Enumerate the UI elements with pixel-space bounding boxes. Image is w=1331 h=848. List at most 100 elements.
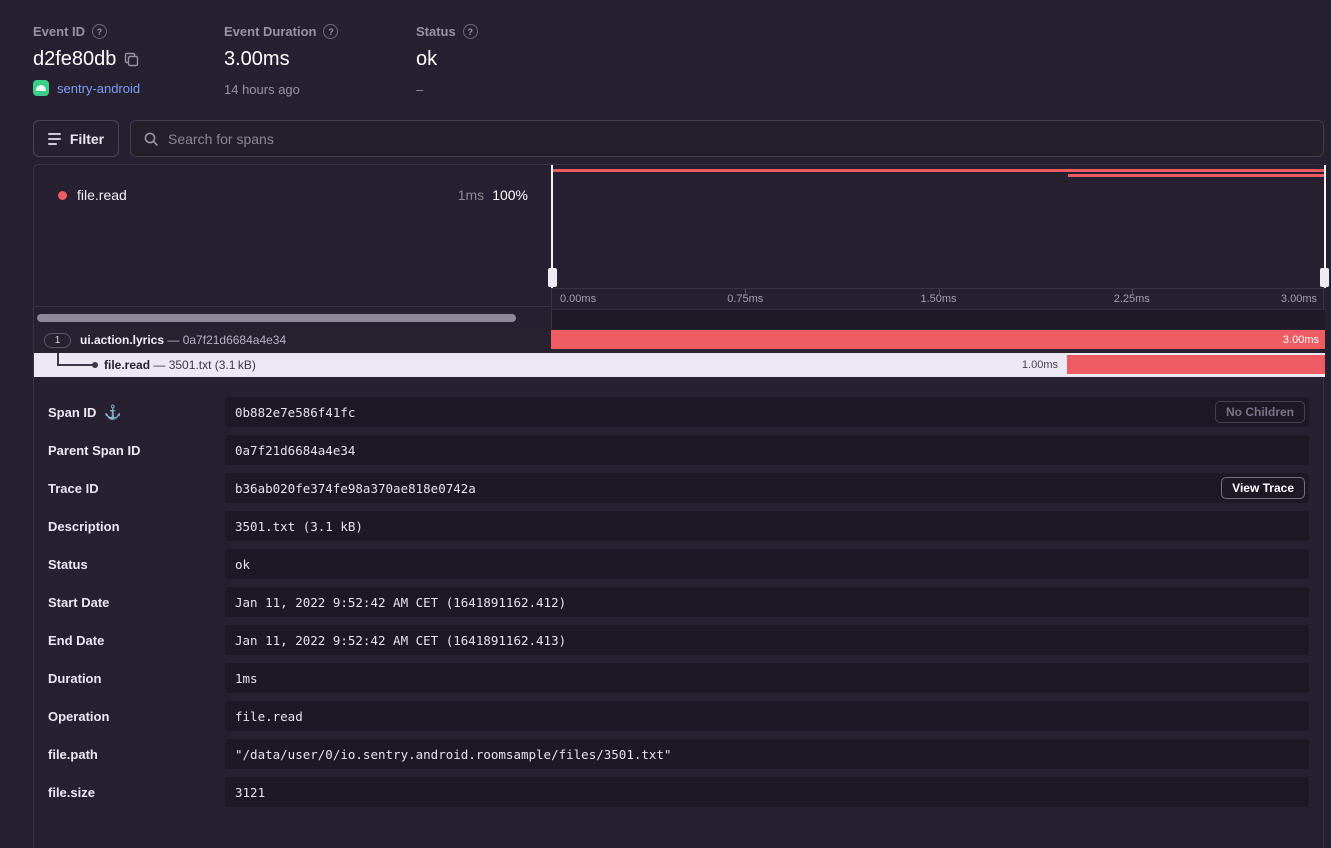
detail-value-text: "/data/user/0/io.sentry.android.roomsamp… [235,747,672,762]
filter-button-label: Filter [70,131,104,147]
span-description-suffix: — 3501.txt (3.1 kB) [153,358,255,372]
detail-label: End Date [48,633,104,648]
detail-value[interactable]: b36ab020fe374fe98a370ae818e0742a View Tr… [225,473,1309,503]
event-id-column: Event ID ? d2fe80db sentry-android [33,24,140,96]
detail-row-description: Description 3501.txt (3.1 kB) [48,511,1309,541]
span-duration-bar[interactable]: 3.00ms [551,330,1325,349]
minimap-left-grip[interactable] [548,268,557,287]
event-age: 14 hours ago [224,82,338,97]
detail-label: file.size [48,785,95,800]
search-icon [143,131,159,147]
detail-value-text: file.read [235,709,303,724]
detail-value-text: 0a7f21d6684a4e34 [235,443,355,458]
event-id-label: Event ID [33,24,85,39]
ruler-label: 1.50ms [920,293,956,305]
op-breakdown-row[interactable]: file.read 1ms 100% [34,165,551,306]
detail-value[interactable]: 3121 [225,777,1309,807]
detail-label: Operation [48,709,109,724]
span-op: file.read [104,358,150,372]
event-duration-column: Event Duration ? 3.00ms 14 hours ago [224,24,338,97]
detail-value[interactable]: 1ms [225,663,1309,693]
help-icon[interactable]: ? [463,24,478,39]
detail-row-parent-span-id: Parent Span ID 0a7f21d6684a4e34 [48,435,1309,465]
detail-value-text: Jan 11, 2022 9:52:42 AM CET (1641891162.… [235,595,566,610]
span-id-suffix: — 0a7f21d6684a4e34 [167,333,286,347]
event-duration-label: Event Duration [224,24,316,39]
span-duration-bar[interactable] [1067,355,1325,374]
span-row-parent[interactable]: 1 ui.action.lyrics — 0a7f21d6684a4e34 3.… [34,329,1325,353]
detail-value-text: Jan 11, 2022 9:52:42 AM CET (1641891162.… [235,633,566,648]
detail-row-file-path: file.path "/data/user/0/io.sentry.androi… [48,739,1309,769]
status-column: Status ? ok – [416,24,478,97]
detail-value-text: b36ab020fe374fe98a370ae818e0742a [235,481,476,496]
filter-button[interactable]: Filter [33,120,119,157]
ruler-label: 0.75ms [727,293,763,305]
no-children-button[interactable]: No Children [1215,401,1305,423]
project-link[interactable]: sentry-android [33,80,140,96]
child-count-pill[interactable]: 1 [44,333,71,348]
detail-label: Status [48,557,88,572]
status-value: ok [416,48,437,71]
trace-minimap[interactable] [552,165,1325,288]
tree-connector-dot [92,362,98,368]
status-label: Status [416,24,456,39]
detail-label: Parent Span ID [48,443,140,458]
android-platform-icon [33,80,49,96]
search-input[interactable] [168,131,1311,147]
ruler-label: 0.00ms [560,293,596,305]
span-bar-duration: 1.00ms [1022,359,1058,371]
span-row-selected[interactable]: file.read — 3501.txt (3.1 kB) 1.00ms [34,353,1325,377]
minimap-right-grip[interactable] [1320,268,1329,287]
view-trace-button[interactable]: View Trace [1221,477,1305,499]
detail-row-span-id: Span ID ⚓ 0b882e7e586f41fc No Children [48,397,1309,427]
detail-row-trace-id: Trace ID b36ab020fe374fe98a370ae818e0742… [48,473,1309,503]
detail-label: Duration [48,671,101,686]
event-id-value: d2fe80db [33,48,116,71]
detail-value[interactable]: file.read [225,701,1309,731]
detail-value-text: 0b882e7e586f41fc [235,405,355,420]
detail-value-text: 3121 [235,785,265,800]
detail-row-duration: Duration 1ms [48,663,1309,693]
filter-icon [48,133,61,145]
span-search [130,120,1324,157]
horizontal-scrollbar-track[interactable] [34,306,551,329]
detail-value[interactable]: 0a7f21d6684a4e34 [225,435,1309,465]
op-color-dot [58,191,67,200]
detail-value[interactable]: Jan 11, 2022 9:52:42 AM CET (1641891162.… [225,625,1309,655]
span-bar-duration: 3.00ms [1283,334,1319,346]
detail-row-status: Status ok [48,549,1309,579]
detail-value[interactable]: ok [225,549,1309,579]
detail-value[interactable]: Jan 11, 2022 9:52:42 AM CET (1641891162.… [225,587,1309,617]
copy-icon[interactable] [124,52,139,67]
detail-row-file-size: file.size 3121 [48,777,1309,807]
span-details-panel: Span ID ⚓ 0b882e7e586f41fc No Children P… [34,377,1325,815]
op-duration: 1ms [458,187,484,203]
detail-label: Span ID [48,405,96,420]
tree-connector [57,364,93,366]
detail-value[interactable]: 0b882e7e586f41fc No Children [225,397,1309,427]
minimap-span-bar [552,169,1325,172]
detail-value-text: 1ms [235,671,258,686]
op-percent: 100% [492,187,528,203]
event-duration-value: 3.00ms [224,48,290,71]
help-icon[interactable]: ? [323,24,338,39]
op-name: file.read [77,187,127,203]
ruler-label: 3.00ms [1281,293,1317,305]
detail-row-operation: Operation file.read [48,701,1309,731]
detail-label: Description [48,519,120,534]
anchor-icon[interactable]: ⚓ [104,404,121,421]
help-icon[interactable]: ? [92,24,107,39]
detail-value[interactable]: "/data/user/0/io.sentry.android.roomsamp… [225,739,1309,769]
detail-value[interactable]: 3501.txt (3.1 kB) [225,511,1309,541]
trace-view: file.read 1ms 100% 0.00ms 0.75ms 1.50ms 2… [33,164,1324,848]
horizontal-scrollbar-thumb[interactable] [37,314,516,322]
ruler-label: 2.25ms [1114,293,1150,305]
detail-value-text: ok [235,557,250,572]
status-sub: – [416,82,478,97]
span-op: ui.action.lyrics [80,333,164,347]
minimap-span-bar [1068,174,1325,177]
detail-label: file.path [48,747,98,762]
time-ruler: 0.00ms 0.75ms 1.50ms 2.25ms 3.00ms [552,288,1325,309]
detail-label: Trace ID [48,481,99,496]
detail-label: Start Date [48,595,109,610]
